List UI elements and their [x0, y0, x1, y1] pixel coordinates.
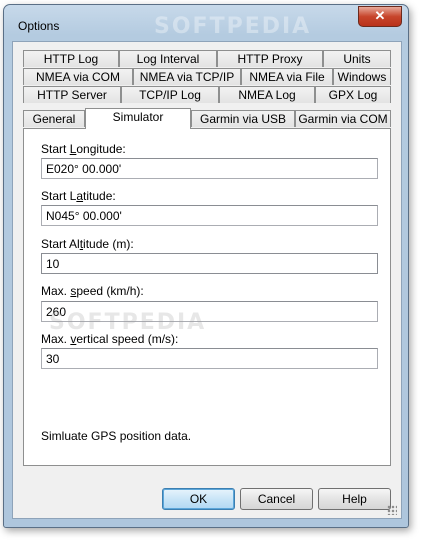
close-button[interactable]: ✕: [358, 6, 402, 27]
max-speed-label: Max. speed (km/h):: [41, 284, 144, 298]
title-bar[interactable]: Options SOFTPEDIA ✕: [4, 5, 408, 41]
tab-log-interval[interactable]: Log Interval: [119, 50, 217, 67]
cancel-button[interactable]: Cancel: [240, 488, 313, 510]
max-vertical-speed-input[interactable]: [41, 348, 378, 369]
tab-row-1: HTTP Log Log Interval HTTP Proxy Units: [23, 50, 391, 68]
tab-garmin-via-usb[interactable]: Garmin via USB: [191, 110, 295, 127]
start-altitude-label: Start Altitude (m):: [41, 237, 134, 251]
tab-garmin-via-com[interactable]: Garmin via COM: [295, 110, 391, 127]
tab-nmea-via-tcpip[interactable]: NMEA via TCP/IP: [133, 68, 241, 85]
resize-grip[interactable]: [387, 505, 397, 515]
tab-units[interactable]: Units: [323, 50, 391, 67]
help-button[interactable]: Help: [318, 488, 391, 510]
max-speed-input[interactable]: [41, 301, 378, 322]
tab-http-proxy[interactable]: HTTP Proxy: [217, 50, 323, 67]
tab-general[interactable]: General: [23, 110, 85, 127]
max-vertical-speed-label: Max. vertical speed (m/s):: [41, 332, 179, 346]
tab-http-server[interactable]: HTTP Server: [23, 86, 121, 103]
start-longitude-input[interactable]: [41, 158, 378, 179]
tab-windows[interactable]: Windows: [333, 68, 391, 85]
tab-row-2: NMEA via COM NMEA via TCP/IP NMEA via Fi…: [23, 68, 391, 86]
tab-nmea-via-file[interactable]: NMEA via File: [241, 68, 333, 85]
options-dialog: Options SOFTPEDIA ✕ HTTP Log Log Interva…: [3, 4, 409, 528]
simulator-description: Simluate GPS position data.: [41, 429, 192, 443]
dialog-client-area: HTTP Log Log Interval HTTP Proxy Units N…: [12, 41, 402, 519]
simulator-tab-panel: Start Longitude: Start Latitude: Start A…: [23, 128, 391, 466]
tab-nmea-log[interactable]: NMEA Log: [219, 86, 315, 103]
tab-row-3: HTTP Server TCP/IP Log NMEA Log GPX Log: [23, 86, 391, 104]
tab-simulator[interactable]: Simulator: [85, 108, 191, 129]
tab-row-4: General Simulator Garmin via USB Garmin …: [23, 108, 391, 129]
softpedia-watermark: SOFTPEDIA: [154, 14, 312, 39]
window-title: Options: [18, 19, 60, 33]
tab-tcpip-log[interactable]: TCP/IP Log: [121, 86, 219, 103]
ok-button[interactable]: OK: [162, 488, 235, 510]
start-longitude-label: Start Longitude:: [41, 142, 126, 156]
start-altitude-input[interactable]: [41, 253, 378, 274]
start-latitude-label: Start Latitude:: [41, 189, 116, 203]
start-latitude-input[interactable]: [41, 205, 378, 226]
tab-http-log[interactable]: HTTP Log: [23, 50, 119, 67]
tab-nmea-via-com[interactable]: NMEA via COM: [23, 68, 133, 85]
tab-gpx-log[interactable]: GPX Log: [315, 86, 391, 103]
